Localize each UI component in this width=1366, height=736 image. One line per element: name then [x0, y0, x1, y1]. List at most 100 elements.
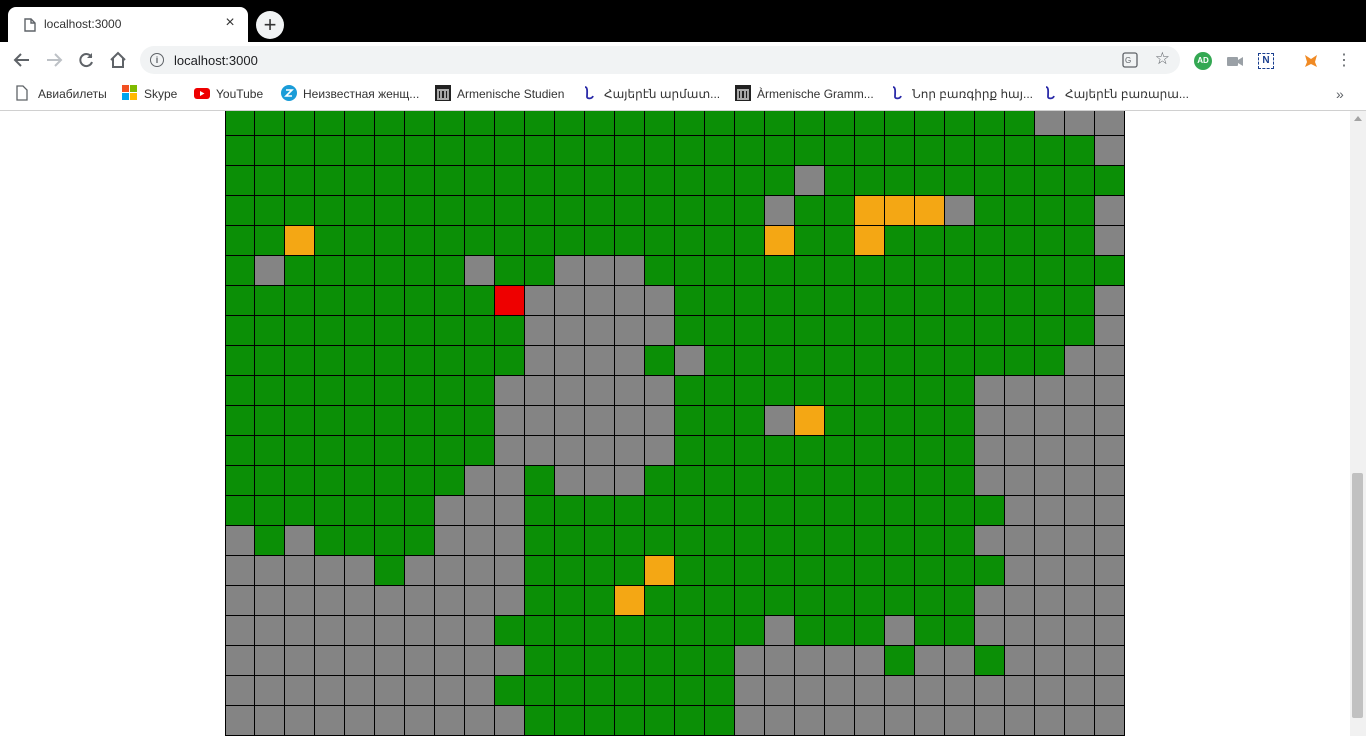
grass-tile[interactable] [645, 466, 675, 496]
grass-tile[interactable] [945, 226, 975, 256]
grass-tile[interactable] [855, 526, 885, 556]
grass-tile[interactable] [255, 496, 285, 526]
grass-tile[interactable] [855, 136, 885, 166]
grass-tile[interactable] [975, 316, 1005, 346]
stone-tile[interactable] [915, 676, 945, 706]
grass-tile[interactable] [1005, 316, 1035, 346]
grass-tile[interactable] [735, 346, 765, 376]
stone-tile[interactable] [1095, 406, 1125, 436]
grass-tile[interactable] [645, 496, 675, 526]
stone-tile[interactable] [1065, 706, 1095, 736]
stone-tile[interactable] [495, 586, 525, 616]
grass-tile[interactable] [555, 646, 585, 676]
grass-tile[interactable] [825, 226, 855, 256]
grass-tile[interactable] [525, 166, 555, 196]
grass-tile[interactable] [795, 316, 825, 346]
grass-tile[interactable] [375, 136, 405, 166]
grass-tile[interactable] [255, 466, 285, 496]
stone-tile[interactable] [495, 406, 525, 436]
player-tile[interactable] [495, 286, 525, 316]
grass-tile[interactable] [225, 196, 255, 226]
stone-tile[interactable] [585, 316, 615, 346]
stone-tile[interactable] [555, 256, 585, 286]
grass-tile[interactable] [975, 286, 1005, 316]
grass-tile[interactable] [855, 586, 885, 616]
scroll-up-arrow-icon[interactable] [1354, 116, 1362, 121]
grass-tile[interactable] [645, 526, 675, 556]
grass-tile[interactable] [405, 346, 435, 376]
grass-tile[interactable] [885, 436, 915, 466]
stone-tile[interactable] [1095, 466, 1125, 496]
grass-tile[interactable] [885, 111, 915, 136]
grass-tile[interactable] [525, 136, 555, 166]
grass-tile[interactable] [375, 556, 405, 586]
stone-tile[interactable] [1005, 586, 1035, 616]
grass-tile[interactable] [285, 436, 315, 466]
grass-tile[interactable] [315, 376, 345, 406]
stone-tile[interactable] [1095, 316, 1125, 346]
grass-tile[interactable] [495, 226, 525, 256]
stone-tile[interactable] [915, 706, 945, 736]
grass-tile[interactable] [945, 316, 975, 346]
grass-tile[interactable] [885, 136, 915, 166]
grass-tile[interactable] [705, 316, 735, 346]
n-extension-icon[interactable]: N [1258, 53, 1274, 69]
grass-tile[interactable] [705, 526, 735, 556]
grass-tile[interactable] [345, 226, 375, 256]
stone-tile[interactable] [795, 166, 825, 196]
grass-tile[interactable] [795, 226, 825, 256]
grass-tile[interactable] [225, 376, 255, 406]
grass-tile[interactable] [465, 111, 495, 136]
stone-tile[interactable] [1035, 676, 1065, 706]
stone-tile[interactable] [1005, 466, 1035, 496]
grass-tile[interactable] [975, 556, 1005, 586]
grass-tile[interactable] [315, 196, 345, 226]
grass-tile[interactable] [435, 256, 465, 286]
grass-tile[interactable] [315, 286, 345, 316]
stone-tile[interactable] [1095, 616, 1125, 646]
stone-tile[interactable] [435, 496, 465, 526]
grass-tile[interactable] [765, 466, 795, 496]
stone-tile[interactable] [735, 646, 765, 676]
grass-tile[interactable] [405, 111, 435, 136]
stone-tile[interactable] [795, 646, 825, 676]
grass-tile[interactable] [975, 346, 1005, 376]
grass-tile[interactable] [315, 346, 345, 376]
stone-tile[interactable] [345, 586, 375, 616]
grass-tile[interactable] [825, 616, 855, 646]
grass-tile[interactable] [795, 436, 825, 466]
grass-tile[interactable] [285, 166, 315, 196]
stone-tile[interactable] [1035, 706, 1065, 736]
grass-tile[interactable] [795, 376, 825, 406]
grass-tile[interactable] [435, 136, 465, 166]
grass-tile[interactable] [465, 136, 495, 166]
grass-tile[interactable] [675, 586, 705, 616]
grass-tile[interactable] [1065, 256, 1095, 286]
stone-tile[interactable] [495, 376, 525, 406]
stone-tile[interactable] [465, 556, 495, 586]
stone-tile[interactable] [1035, 526, 1065, 556]
grass-tile[interactable] [255, 111, 285, 136]
grass-tile[interactable] [465, 226, 495, 256]
grass-tile[interactable] [765, 556, 795, 586]
grass-tile[interactable] [405, 196, 435, 226]
grass-tile[interactable] [345, 496, 375, 526]
stone-tile[interactable] [765, 406, 795, 436]
grass-tile[interactable] [765, 136, 795, 166]
stone-tile[interactable] [585, 346, 615, 376]
gold-tile[interactable] [765, 226, 795, 256]
grass-tile[interactable] [705, 196, 735, 226]
stone-tile[interactable] [465, 706, 495, 736]
grass-tile[interactable] [795, 286, 825, 316]
grass-tile[interactable] [1005, 286, 1035, 316]
grass-tile[interactable] [375, 286, 405, 316]
grass-tile[interactable] [705, 616, 735, 646]
grass-tile[interactable] [885, 226, 915, 256]
grass-tile[interactable] [585, 196, 615, 226]
grass-tile[interactable] [825, 586, 855, 616]
grass-tile[interactable] [915, 226, 945, 256]
grass-tile[interactable] [975, 166, 1005, 196]
grass-tile[interactable] [675, 436, 705, 466]
stone-tile[interactable] [225, 646, 255, 676]
grass-tile[interactable] [315, 406, 345, 436]
